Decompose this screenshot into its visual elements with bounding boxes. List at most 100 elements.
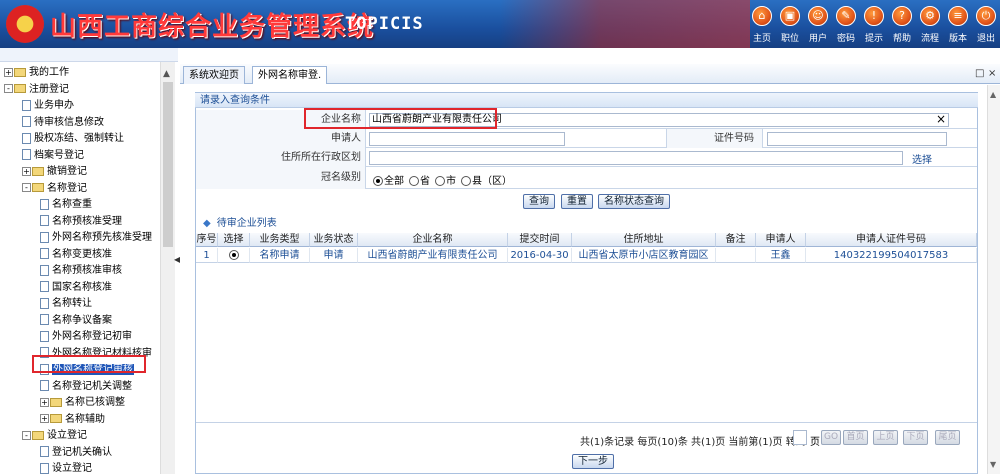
sidebar-item[interactable]: 名称预核准审核: [40, 263, 122, 279]
sidebar-item[interactable]: + 撤销登记: [22, 164, 87, 180]
header-toolbar: ⌂ 主页 ▣ 职位 ☺ 用户 ✎ 密码! 提示? 帮助 ⚙ 流程 ≡ 版本 ⏻ 退出: [748, 0, 1000, 48]
restore-icon[interactable]: □: [975, 68, 984, 79]
toolbar-workflow-button[interactable]: ⚙ 流程: [916, 0, 944, 48]
sidebar-item-label: 名称转让: [52, 298, 92, 309]
document-icon: [40, 215, 49, 226]
goto-page-input[interactable]: [793, 430, 807, 445]
sidebar-item-label: 名称已核调整: [65, 397, 125, 408]
scroll-up-icon[interactable]: ▲: [990, 90, 996, 99]
radio-icon: [228, 250, 239, 260]
toolbar-user-button[interactable]: ☺ 用户: [804, 0, 832, 48]
toolbar-label: 职位: [780, 34, 799, 44]
toolbar-home-button[interactable]: ⌂ 主页: [748, 0, 776, 48]
collapse-icon[interactable]: -: [22, 430, 31, 440]
sidebar-item-label: 国家名称核准: [52, 281, 112, 293]
highlight-sidebar-item: [32, 355, 146, 373]
applicant-input[interactable]: [369, 132, 565, 146]
sidebar-item[interactable]: - 注册登记: [4, 82, 69, 98]
sidebar-item[interactable]: + 名称已核调整: [40, 395, 125, 411]
sidebar-item[interactable]: 名称变更核准: [40, 247, 112, 263]
sidebar-item-label: 我的工作: [29, 67, 69, 78]
tab-welcome[interactable]: 系统欢迎页: [183, 66, 245, 84]
region-input[interactable]: [369, 151, 903, 165]
collapse-icon[interactable]: -: [22, 183, 31, 192]
level-radio[interactable]: [373, 176, 383, 186]
sidebar-item-label: 名称变更核准: [52, 248, 112, 260]
password-icon: ✎: [836, 6, 856, 26]
next-page-button[interactable]: 下页: [903, 430, 928, 445]
sidebar-item[interactable]: 档案号登记: [22, 148, 84, 164]
expand-icon[interactable]: +: [40, 397, 49, 407]
close-tab-icon[interactable]: ×: [988, 68, 996, 79]
toolbar-tip-button[interactable]: ! 提示: [860, 0, 888, 48]
sidebar-item[interactable]: - 设立登记: [22, 428, 87, 444]
reset-button[interactable]: 重置: [561, 194, 593, 209]
toolbar-password-button[interactable]: ✎ 密码: [832, 0, 860, 48]
scroll-up-icon[interactable]: ▲: [163, 69, 170, 79]
sidebar-item[interactable]: 名称争议备案: [40, 313, 112, 329]
folder-icon: [32, 430, 44, 440]
collapse-icon[interactable]: -: [4, 84, 13, 93]
table-cell: 王鑫: [756, 248, 806, 263]
document-icon: [40, 380, 49, 391]
sidebar-item[interactable]: 名称查重: [40, 197, 92, 213]
sidebar-item[interactable]: 外网名称登记初审: [40, 329, 132, 345]
tab-strip: 系统欢迎页 外网名称审登. □ ×: [180, 64, 1000, 84]
row-select-radio[interactable]: [218, 248, 250, 263]
sidebar-item[interactable]: 登记机关确认: [40, 445, 112, 461]
go-button[interactable]: GO: [821, 430, 841, 445]
level-radio[interactable]: [435, 176, 445, 186]
expand-icon[interactable]: +: [22, 166, 31, 176]
expand-icon[interactable]: +: [40, 414, 49, 423]
sidebar-item[interactable]: 名称登记机关调整: [40, 379, 132, 395]
toolbar-position-button[interactable]: ▣ 职位: [776, 0, 804, 48]
content-scrollbar[interactable]: ▲ ▼: [987, 85, 1000, 474]
prev-page-button[interactable]: 上页: [873, 430, 898, 445]
exit-icon: ⏻: [976, 6, 996, 26]
query-button[interactable]: 查询: [523, 194, 555, 209]
sidebar-item[interactable]: 国家名称核准: [40, 280, 112, 296]
document-icon: [40, 281, 49, 292]
list-title: ◆ 待审企业列表: [203, 218, 277, 229]
sidebar-item[interactable]: 外网名称预先核准受理: [40, 230, 152, 246]
level-radio[interactable]: [461, 176, 471, 186]
sidebar-header: [0, 48, 178, 62]
folder-icon: [14, 67, 26, 77]
column-header: 申请人: [756, 233, 806, 247]
next-step-button[interactable]: 下一步: [572, 454, 614, 469]
toolbar-help-button[interactable]: ? 帮助: [888, 0, 916, 48]
sidebar-item[interactable]: 待审核信息修改: [22, 115, 104, 131]
folder-icon: [50, 397, 62, 407]
sidebar-scrollbar[interactable]: ▲: [160, 62, 175, 474]
level-radio[interactable]: [409, 176, 419, 186]
clear-icon[interactable]: ×: [936, 112, 946, 126]
sidebar-item[interactable]: + 名称辅助: [40, 412, 105, 428]
column-header: 业务状态: [310, 233, 358, 247]
document-icon: [40, 446, 49, 457]
sidebar-item[interactable]: 股权冻结、强制转让: [22, 131, 124, 147]
scroll-down-icon[interactable]: ▼: [990, 460, 996, 469]
id-number-input[interactable]: [767, 132, 947, 146]
status-query-button[interactable]: 名称状态查询: [598, 194, 670, 209]
column-header: 住所地址: [572, 233, 716, 247]
select-region-link[interactable]: 选择: [912, 151, 932, 166]
expand-icon[interactable]: +: [4, 67, 13, 77]
id-number-label: 证件号码: [666, 129, 763, 148]
sidebar-item[interactable]: + 我的工作: [4, 65, 69, 81]
level-option-label: 县（区）: [472, 176, 512, 187]
sidebar-item[interactable]: 名称转让: [40, 296, 92, 312]
sidebar-item[interactable]: 名称预核准受理: [40, 214, 122, 230]
last-page-button[interactable]: 尾页: [935, 430, 960, 445]
sidebar-item[interactable]: 业务申办: [22, 98, 74, 114]
first-page-button[interactable]: 首页: [843, 430, 868, 445]
toolbar-label: 主页: [752, 34, 771, 44]
sidebar-item[interactable]: - 名称登记: [22, 181, 87, 197]
applicant-label: 申请人: [196, 129, 366, 148]
tab-name-review[interactable]: 外网名称审登.: [252, 66, 328, 84]
toolbar-version-button[interactable]: ≡ 版本: [944, 0, 972, 48]
toolbar-exit-button[interactable]: ⏻ 退出: [972, 0, 1000, 48]
folder-icon: [14, 84, 26, 93]
sidebar-item[interactable]: 设立登记: [40, 461, 92, 474]
position-icon: ▣: [780, 6, 800, 26]
scrollbar-thumb[interactable]: [163, 82, 173, 247]
